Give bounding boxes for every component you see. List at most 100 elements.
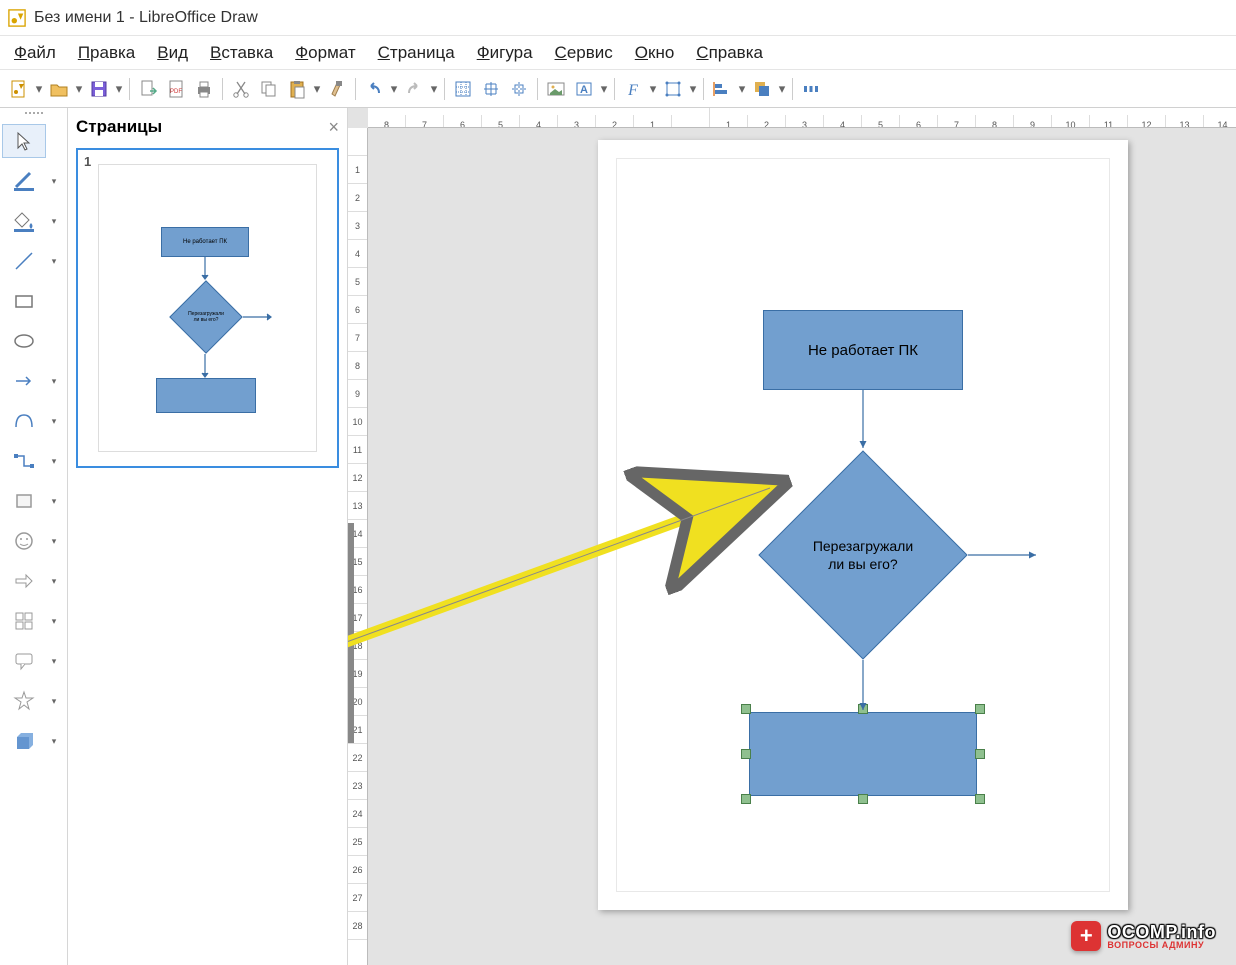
- flowchart-dropdown[interactable]: ▾: [46, 604, 62, 638]
- arrange-dropdown[interactable]: ▾: [777, 76, 787, 102]
- page-number: 1: [84, 154, 91, 169]
- standard-toolbar: ▾ ▾ ▾ PDF ▾ ▾ ▾ A ▾ F ▾ ▾ ▾ ▾: [0, 70, 1236, 108]
- drawing-toolbar: ▾ ▾ ▾ ▾ ▾ ▾ ▾ ▾ ▾ ▾ ▾ ▾ ▾: [0, 108, 68, 965]
- insert-more-dropdown[interactable]: ▾: [599, 76, 609, 102]
- watermark: + OCOMP.info ВОПРОСЫ АДМИНУ: [1061, 917, 1226, 955]
- 3d-dropdown[interactable]: ▾: [46, 724, 62, 758]
- save-dropdown[interactable]: ▾: [114, 76, 124, 102]
- fill-color-dropdown[interactable]: ▾: [46, 204, 62, 238]
- menu-format[interactable]: Формат: [295, 43, 355, 63]
- basic-shapes-tool[interactable]: [2, 484, 46, 518]
- line-color-tool[interactable]: [2, 164, 46, 198]
- canvas-area: 8765432112345678910111213141516171819202…: [348, 108, 1236, 965]
- open-dropdown[interactable]: ▾: [74, 76, 84, 102]
- menu-window[interactable]: Окно: [635, 43, 675, 63]
- clone-format-button[interactable]: [324, 76, 350, 102]
- thumb-box2: [156, 378, 256, 413]
- connector-tool[interactable]: [2, 444, 46, 478]
- open-button[interactable]: [46, 76, 72, 102]
- arrow-tool[interactable]: [2, 364, 46, 398]
- fill-color-tool[interactable]: [2, 204, 46, 238]
- basic-shapes-dropdown[interactable]: ▾: [46, 484, 62, 518]
- align-dropdown[interactable]: ▾: [737, 76, 747, 102]
- line-color-dropdown[interactable]: ▾: [46, 164, 62, 198]
- pages-panel: Страницы × 1 Не работает ПК Перезагружал…: [68, 108, 348, 965]
- menu-insert[interactable]: Вставка: [210, 43, 273, 63]
- symbol-shapes-tool[interactable]: [2, 524, 46, 558]
- drawing-page[interactable]: Не работает ПК Перезагружали ли вы его?: [598, 140, 1128, 910]
- insert-textbox-button[interactable]: A: [571, 76, 597, 102]
- svg-text:PDF: PDF: [170, 89, 182, 95]
- snap-grid-button[interactable]: [478, 76, 504, 102]
- menu-bar: Файл Правка Вид Вставка Формат Страница …: [0, 36, 1236, 70]
- symbol-shapes-dropdown[interactable]: ▾: [46, 524, 62, 558]
- connector-tool-dropdown[interactable]: ▾: [46, 444, 62, 478]
- menu-shape[interactable]: Фигура: [477, 43, 533, 63]
- fontwork-dropdown[interactable]: ▾: [648, 76, 658, 102]
- callout-tool[interactable]: [2, 644, 46, 678]
- svg-text:F: F: [627, 82, 638, 99]
- flowchart-decision-text: Перезагружали ли вы его?: [813, 537, 913, 573]
- pages-panel-title: Страницы: [76, 117, 162, 137]
- helplines-button[interactable]: [506, 76, 532, 102]
- redo-dropdown[interactable]: ▾: [429, 76, 439, 102]
- vertical-ruler: 1234567891011121314151617181920212223242…: [348, 128, 368, 965]
- 3d-tool[interactable]: [2, 724, 46, 758]
- flowchart-start-box[interactable]: Не работает ПК: [763, 310, 963, 390]
- flowchart-selected-box[interactable]: [741, 704, 985, 804]
- title-bar: Без имени 1 - LibreOffice Draw: [0, 0, 1236, 36]
- curve-tool[interactable]: [2, 404, 46, 438]
- menu-help[interactable]: Справка: [696, 43, 763, 63]
- menu-view[interactable]: Вид: [157, 43, 188, 63]
- star-dropdown[interactable]: ▾: [46, 684, 62, 718]
- grid-button[interactable]: [450, 76, 476, 102]
- arrow-tool-dropdown[interactable]: ▾: [46, 364, 62, 398]
- callout-dropdown[interactable]: ▾: [46, 644, 62, 678]
- menu-file[interactable]: Файл: [14, 43, 56, 63]
- print-button[interactable]: [191, 76, 217, 102]
- save-button[interactable]: [86, 76, 112, 102]
- new-button[interactable]: [6, 76, 32, 102]
- paste-button[interactable]: [284, 76, 310, 102]
- flowchart-start-text: Не работает ПК: [808, 342, 918, 359]
- star-tool[interactable]: [2, 684, 46, 718]
- distribute-button[interactable]: [798, 76, 824, 102]
- curve-tool-dropdown[interactable]: ▾: [46, 404, 62, 438]
- new-dropdown[interactable]: ▾: [34, 76, 44, 102]
- page-thumbnail[interactable]: 1 Не работает ПК Перезагружали ли вы его…: [76, 148, 339, 468]
- menu-page[interactable]: Страница: [378, 43, 455, 63]
- fontwork-button[interactable]: F: [620, 76, 646, 102]
- horizontal-ruler: 8765432112345678910111213141516171819202…: [368, 108, 1236, 128]
- line-tool-dropdown[interactable]: ▾: [46, 244, 62, 278]
- export-button[interactable]: [135, 76, 161, 102]
- canvas[interactable]: Не работает ПК Перезагружали ли вы его?: [368, 128, 1236, 965]
- transform-dropdown[interactable]: ▾: [688, 76, 698, 102]
- menu-edit[interactable]: Правка: [78, 43, 135, 63]
- watermark-title: OCOMP.info: [1107, 923, 1216, 941]
- export-pdf-button[interactable]: PDF: [163, 76, 189, 102]
- flowchart-tool[interactable]: [2, 604, 46, 638]
- copy-button[interactable]: [256, 76, 282, 102]
- block-arrows-dropdown[interactable]: ▾: [46, 564, 62, 598]
- line-tool[interactable]: [2, 244, 46, 278]
- block-arrows-tool[interactable]: [2, 564, 46, 598]
- window-title: Без имени 1 - LibreOffice Draw: [34, 9, 258, 27]
- arrange-button[interactable]: [749, 76, 775, 102]
- redo-button[interactable]: [401, 76, 427, 102]
- paste-dropdown[interactable]: ▾: [312, 76, 322, 102]
- insert-image-button[interactable]: [543, 76, 569, 102]
- thumb-box1: Не работает ПК: [161, 227, 249, 257]
- undo-button[interactable]: [361, 76, 387, 102]
- flowchart-decision[interactable]: Перезагружали ли вы его?: [758, 450, 968, 660]
- transform-button[interactable]: [660, 76, 686, 102]
- watermark-plus-icon: +: [1071, 921, 1101, 951]
- undo-dropdown[interactable]: ▾: [389, 76, 399, 102]
- app-icon: [8, 9, 26, 27]
- ellipse-tool[interactable]: [2, 324, 46, 358]
- select-tool[interactable]: [2, 124, 46, 158]
- menu-tools[interactable]: Сервис: [555, 43, 613, 63]
- pages-panel-close[interactable]: ×: [328, 117, 339, 138]
- cut-button[interactable]: [228, 76, 254, 102]
- rectangle-tool[interactable]: [2, 284, 46, 318]
- align-button[interactable]: [709, 76, 735, 102]
